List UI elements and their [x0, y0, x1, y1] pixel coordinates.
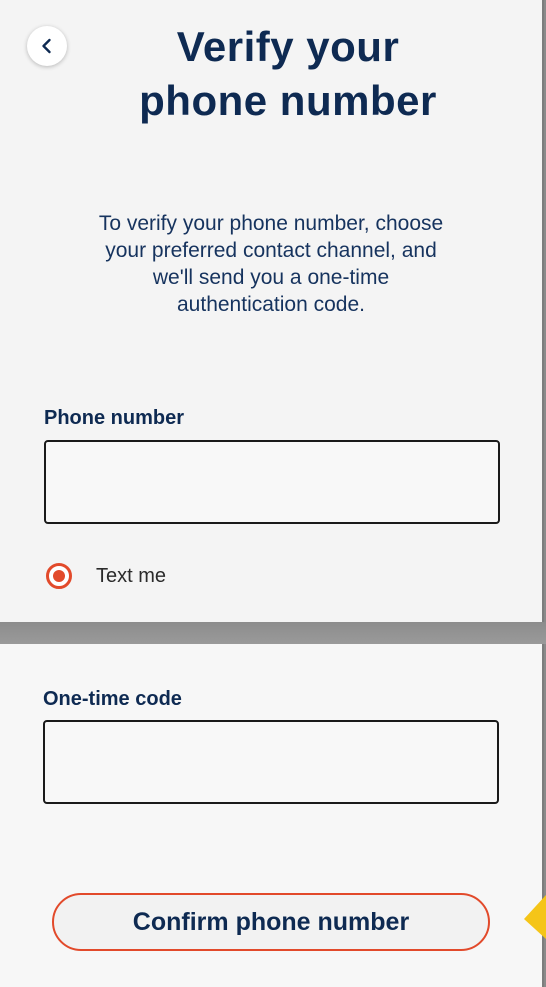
back-button[interactable]: [27, 26, 67, 66]
text-me-label: Text me: [96, 564, 167, 587]
intro-line-2: your preferred contact channel, and: [105, 239, 437, 262]
one-time-code-card: One-time code Confirm phone number: [0, 644, 544, 987]
page-title-line-1: Verify your: [176, 23, 400, 70]
phone-number-input[interactable]: [44, 440, 500, 524]
chevron-left-icon: [42, 38, 51, 54]
intro-line-1: To verify your phone number, choose: [98, 212, 444, 235]
radio-selected-dot: [53, 570, 65, 582]
verify-phone-card: Verify your phone number To verify your …: [0, 0, 544, 622]
one-time-code-input[interactable]: [43, 720, 499, 804]
page-title: Verify your phone number: [70, 20, 506, 128]
page-title-line-2: phone number: [139, 77, 437, 124]
intro-line-4: authentication code.: [177, 293, 365, 316]
card-separator: [0, 622, 546, 644]
one-time-code-label: One-time code: [43, 688, 182, 710]
intro-text: To verify your phone number, choose your…: [40, 210, 502, 318]
phone-number-label: Phone number: [44, 407, 185, 429]
text-me-radio-option[interactable]: Text me: [46, 563, 166, 589]
text-me-radio[interactable]: [46, 563, 72, 589]
confirm-phone-number-button[interactable]: Confirm phone number: [52, 893, 490, 951]
intro-line-3: we'll send you a one-time: [152, 266, 390, 289]
pointer-marker-icon: [524, 895, 546, 939]
